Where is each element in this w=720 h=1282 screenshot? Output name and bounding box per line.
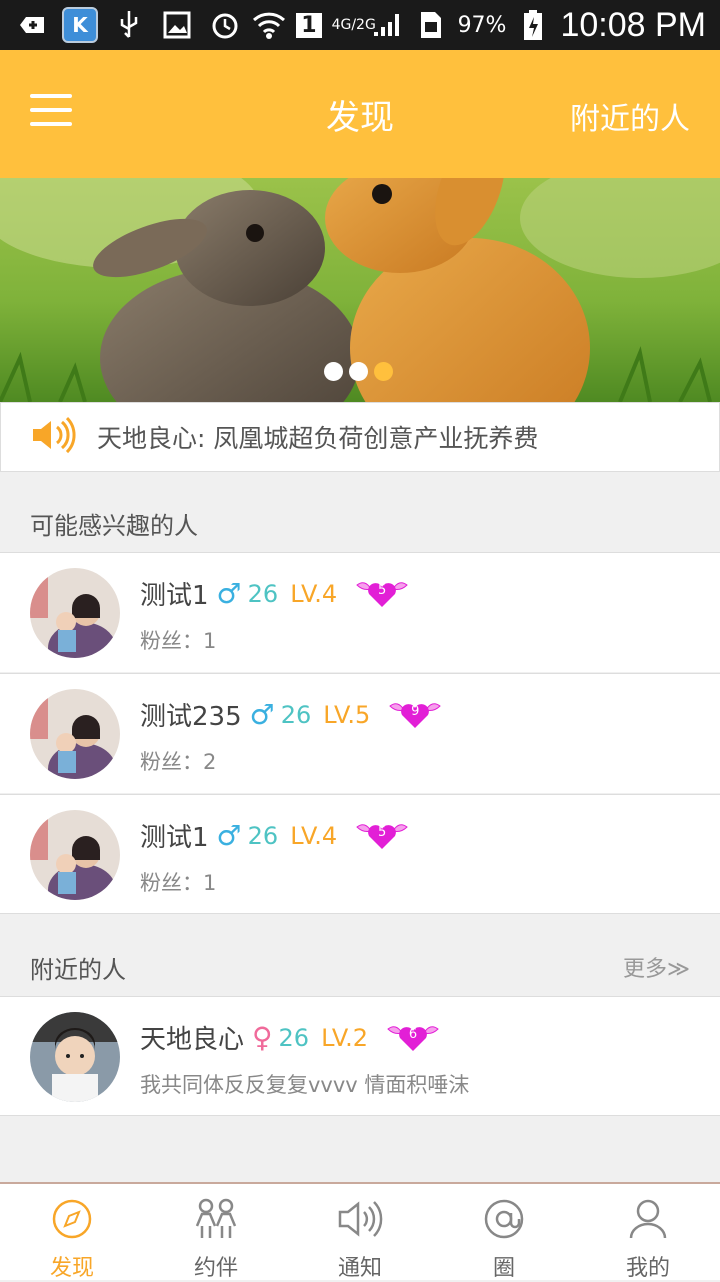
user-signature: 我共同体反反复复vvvv 情面积唾沫 [140,1073,470,1097]
tab-profile[interactable]: 我的 [576,1184,720,1281]
user-name: 天地良心 [140,1025,245,1055]
carousel-dot-active[interactable] [374,362,393,381]
wifi-icon [252,8,286,42]
user-age: 26 [247,579,279,608]
user-row[interactable]: 测试1 ♂ 26 LV.4 5 粉丝：1 [0,794,720,914]
heart-count: 9 [411,703,420,719]
fans-count: 粉丝：1 [140,871,217,895]
fans-count: 粉丝：1 [140,629,217,653]
carousel-indicator [324,362,393,381]
user-age: 26 [280,700,312,729]
user-level: LV.4 [290,579,338,608]
image-icon [160,8,194,42]
tab-label: 通知 [337,1256,382,1281]
carousel-dot[interactable] [349,362,368,381]
tab-discover[interactable]: 发现 [0,1184,144,1281]
speaker-icon [336,1198,384,1244]
title-bar: 发现 附近的人 [0,50,720,178]
tab-companions[interactable]: 约伴 [144,1184,288,1281]
clock: 10:08 PM [560,5,706,44]
user-level: LV.5 [323,700,371,729]
male-icon: ♂ [216,819,242,852]
user-age: 26 [278,1023,310,1052]
person-icon [627,1198,669,1244]
more-link[interactable]: 更多≫ [623,951,690,983]
heart-badge-icon: 9 [388,698,442,732]
tab-label: 圈 [492,1256,515,1281]
user-name: 测试1 [140,581,209,611]
speaker-icon [29,415,77,459]
k-app-icon: K [62,7,98,43]
heart-count: 6 [408,1026,418,1042]
battery-icon [516,8,550,42]
fans-count: 粉丝：2 [140,750,217,774]
sim-card-icon [414,8,448,42]
tab-label: 发现 [49,1256,94,1281]
network-type: 4G/2G [331,17,376,33]
announcement-text: 天地良心: 凤凰城超负荷创意产业抚养费 [97,424,539,453]
male-icon: ♂ [249,698,275,731]
signal-icon [370,8,404,42]
at-icon [483,1198,525,1244]
tab-label: 我的 [625,1256,670,1281]
user-name: 测试235 [140,702,242,732]
compass-icon [51,1198,93,1244]
usb-icon [112,8,146,42]
section-title: 附近的人 [30,955,126,984]
heart-badge-icon: 6 [386,1021,440,1055]
alarm-icon [208,8,242,42]
user-row[interactable]: 测试1 ♂ 26 LV.4 5 粉丝：1 [0,552,720,672]
companions-icon [191,1198,241,1244]
nearby-people-link[interactable]: 附近的人 [570,94,690,138]
avatar[interactable] [30,1012,120,1102]
user-row[interactable]: 天地良心 ♀ 26 LV.2 6 我共同体反反复复vvvv 情面积唾沫 [0,996,720,1116]
user-age: 26 [247,821,279,850]
section-header-partial [0,1128,720,1182]
heart-badge-icon: 5 [355,819,409,853]
add-notification-icon [14,8,48,42]
announcement-bar[interactable]: 天地良心: 凤凰城超负荷创意产业抚养费 [0,402,720,472]
avatar[interactable] [30,810,120,900]
heart-badge-icon: 5 [355,577,409,611]
section-title: 可能感兴趣的人 [30,511,198,540]
heart-count: 5 [378,582,387,598]
user-level: LV.4 [290,821,338,850]
avatar[interactable] [30,689,120,779]
user-row[interactable]: 测试235 ♂ 26 LV.5 9 粉丝：2 [0,673,720,793]
bottom-tab-bar: 发现 约伴 通知 圈 我的 [0,1182,720,1281]
battery-percent: 97% [457,12,507,38]
carousel-dot[interactable] [324,362,343,381]
sim-indicator: 1 [296,12,322,38]
user-name: 测试1 [140,823,209,853]
tab-circle[interactable]: 圈 [432,1184,576,1281]
section-header-nearby: 附近的人 更多≫ [0,927,720,1007]
tab-notifications[interactable]: 通知 [288,1184,432,1281]
tab-label: 约伴 [193,1256,238,1281]
status-bar: K 1 4G/2G 97% 10:08 PM [0,0,720,50]
avatar[interactable] [30,568,120,658]
male-icon: ♂ [216,577,242,610]
heart-count: 5 [378,824,387,840]
female-icon: ♀ [252,1021,273,1054]
user-level: LV.2 [321,1023,369,1052]
section-header-interested: 可能感兴趣的人 [0,483,720,563]
